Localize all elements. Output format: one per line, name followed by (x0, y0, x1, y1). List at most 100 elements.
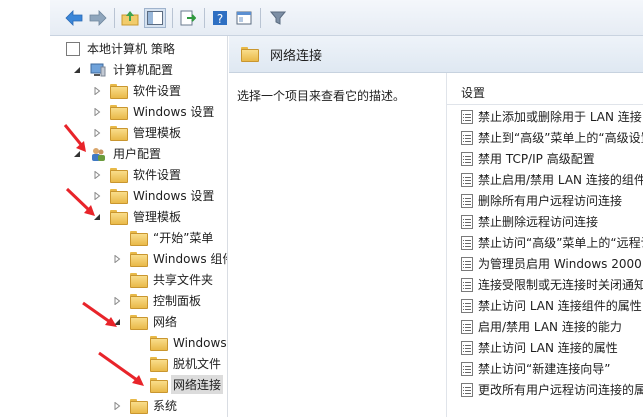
setting-row[interactable]: 删除所有用户远程访问连接 (461, 190, 622, 211)
tree-item-label: 系统 (153, 399, 178, 413)
collapse-arrow-icon[interactable] (72, 149, 82, 159)
setting-label: 禁止添加或删除用于 LAN 连接 (478, 110, 642, 124)
setting-row[interactable]: 启用/禁用 LAN 连接的能力 (461, 316, 622, 337)
policy-setting-icon (461, 109, 473, 124)
policy-setting-icon (461, 235, 473, 250)
setting-row[interactable]: 禁止访问“新建连接向导” (461, 358, 610, 379)
tree-item-label: 控制面板 (153, 294, 202, 308)
details-pane: 网络连接 选择一个项目来查看它的描述。 设置 禁止添加或删除用于 LAN 连接禁… (229, 36, 643, 417)
tree-item-system[interactable]: 系统 (112, 395, 179, 416)
tree-item-label: 管理模板 (133, 126, 182, 140)
tree-item-label: “开始”菜单 (153, 231, 214, 245)
folder-icon (110, 188, 128, 204)
policy-setting-icon (461, 382, 473, 397)
expand-arrow-icon[interactable] (92, 128, 102, 138)
tree-item-label: 网络连接 (171, 375, 224, 394)
setting-label: 禁用 TCP/IP 高级配置 (478, 152, 595, 166)
view-pane-icon (236, 11, 252, 25)
setting-row[interactable]: 禁止访问“高级”菜单上的“远程访问首选项” (461, 232, 643, 253)
setting-label: 禁止访问“高级”菜单上的“远程访问首选项” (478, 236, 643, 250)
tree-item-windows-components[interactable]: Windows 组件 (112, 248, 228, 269)
collapse-arrow-icon[interactable] (92, 212, 102, 222)
tree-item-uc-software[interactable]: 软件设置 (92, 164, 183, 185)
tree-item-network[interactable]: 网络 (112, 311, 179, 332)
setting-label: 禁止到“高级”菜单上的“高级设置” (478, 131, 643, 145)
tree-item-user-config[interactable]: 用户配置 (72, 143, 163, 164)
setting-row[interactable]: 连接受限制或无连接时关闭通知 (461, 274, 643, 295)
folder-icon (110, 167, 128, 183)
expand-arrow-icon[interactable] (92, 191, 102, 201)
tree-item-computer-config[interactable]: 计算机配置 (72, 59, 175, 80)
policy-setting-icon (461, 361, 473, 376)
tree-item-cc-windows[interactable]: Windows 设置 (92, 101, 216, 122)
details-title: 网络连接 (270, 48, 323, 64)
tree-item-shared-folders[interactable]: 共享文件夹 (112, 269, 215, 290)
tree-item-local-policy[interactable]: 本地计算机 策略 (66, 38, 177, 59)
folder-icon (130, 272, 148, 288)
users-icon (90, 147, 106, 161)
column-header-settings[interactable]: 设置 (447, 81, 643, 105)
up-folder-button[interactable] (120, 8, 140, 28)
setting-row[interactable]: 为管理员启用 Windows 2000 (461, 253, 642, 274)
setting-row[interactable]: 禁止添加或删除用于 LAN 连接 (461, 106, 642, 127)
tree-item-label: Windows 设置 (133, 105, 215, 119)
setting-row[interactable]: 禁止到“高级”菜单上的“高级设置” (461, 127, 643, 148)
forward-button[interactable] (88, 8, 108, 28)
expand-arrow-icon[interactable] (92, 170, 102, 180)
setting-row[interactable]: 禁止访问 LAN 连接组件的属性 (461, 295, 642, 316)
tree-item-uc-admin[interactable]: 管理模板 (92, 206, 183, 227)
setting-row[interactable]: 禁止访问 LAN 连接的属性 (461, 337, 618, 358)
tree-item-cc-admin[interactable]: 管理模板 (92, 122, 183, 143)
svg-text:?: ? (217, 12, 223, 26)
back-arrow-icon (65, 10, 83, 26)
tree-item-label: 脱机文件 (173, 357, 222, 371)
setting-label: 启用/禁用 LAN 连接的能力 (478, 320, 622, 334)
folder-icon (130, 251, 148, 267)
console-tree-icon (147, 11, 163, 25)
policy-setting-icon (461, 130, 473, 145)
expand-arrow-icon[interactable] (112, 401, 122, 411)
collapse-arrow-icon[interactable] (112, 317, 122, 327)
expand-arrow-icon[interactable] (92, 86, 102, 96)
setting-row[interactable]: 禁用 TCP/IP 高级配置 (461, 148, 595, 169)
tree-item-offline-files[interactable]: 脱机文件 (132, 353, 223, 374)
filter-button[interactable] (268, 8, 288, 28)
setting-row[interactable]: 禁止删除远程访问连接 (461, 211, 598, 232)
tree-item-cc-software[interactable]: 软件设置 (92, 80, 183, 101)
tree-item-label: Windows 设置 (133, 189, 215, 203)
collapse-arrow-icon[interactable] (72, 65, 82, 75)
setting-label: 禁止启用/禁用 LAN 连接的组件 (478, 173, 643, 187)
export-list-button[interactable] (178, 8, 198, 28)
policy-setting-icon (461, 214, 473, 229)
view-button[interactable] (234, 8, 254, 28)
tree-item-control-panel[interactable]: 控制面板 (112, 290, 203, 311)
setting-label: 禁止访问 LAN 连接组件的属性 (478, 299, 642, 313)
show-hide-tree-button[interactable] (144, 8, 166, 28)
setting-label: 为管理员启用 Windows 2000 (478, 257, 642, 271)
help-icon: ? (213, 11, 227, 26)
up-folder-icon (121, 11, 139, 26)
expand-arrow-icon[interactable] (112, 296, 122, 306)
folder-icon (150, 335, 168, 351)
tree-item-label: 用户配置 (113, 147, 162, 161)
tree-item-start-menu[interactable]: “开始”菜单 (112, 227, 215, 248)
policy-document-icon (66, 41, 80, 56)
back-button[interactable] (64, 8, 84, 28)
setting-label: 连接受限制或无连接时关闭通知 (478, 278, 643, 292)
folder-icon (110, 125, 128, 141)
tree-item-uc-windows[interactable]: Windows 设置 (92, 185, 216, 206)
setting-label: 禁止访问 LAN 连接的属性 (478, 341, 618, 355)
tree-item-network-connections[interactable]: 网络连接 (132, 374, 224, 395)
setting-row[interactable]: 更改所有用户远程访问连接的属性 (461, 379, 643, 400)
help-button[interactable]: ? (210, 8, 230, 28)
forward-arrow-icon (89, 10, 107, 26)
tree-item-windows-sub[interactable]: Windows (132, 332, 227, 353)
expand-arrow-icon[interactable] (92, 107, 102, 117)
description-text: 选择一个项目来查看它的描述。 (237, 89, 406, 103)
description-pane: 选择一个项目来查看它的描述。 (229, 73, 446, 417)
tree-item-label: Windows 组件 (153, 252, 228, 266)
setting-row[interactable]: 禁止启用/禁用 LAN 连接的组件 (461, 169, 643, 190)
left-margin (0, 0, 50, 417)
folder-icon (130, 293, 148, 309)
expand-arrow-icon[interactable] (112, 254, 122, 264)
